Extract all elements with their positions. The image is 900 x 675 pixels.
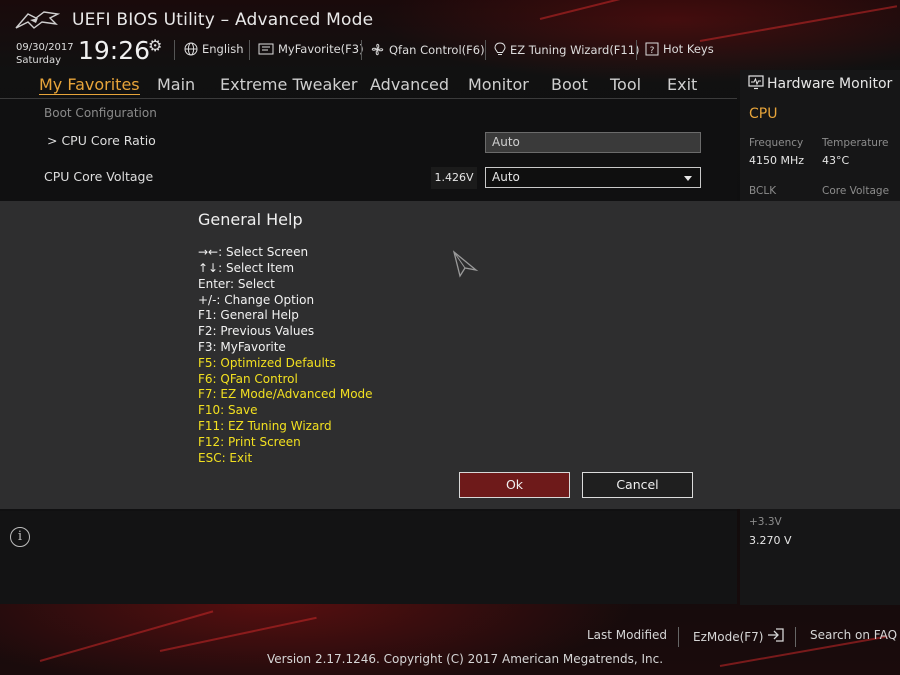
tab-exit[interactable]: Exit <box>667 75 697 94</box>
general-help-dialog <box>0 201 900 509</box>
day-display: Saturday <box>16 55 62 66</box>
hw-cpu-section: CPU <box>749 106 778 122</box>
info-panel <box>0 511 737 604</box>
time-display[interactable]: 19:26 <box>78 36 150 65</box>
date-display: 09/30/2017 <box>16 42 74 53</box>
qfan-label: Qfan Control(F6) <box>389 42 485 57</box>
cpu-core-ratio-value[interactable]: Auto <box>485 132 701 153</box>
tab-tool[interactable]: Tool <box>610 75 641 94</box>
footer-divider <box>795 627 796 647</box>
header-divider <box>361 40 362 60</box>
chevron-down-icon <box>684 176 692 181</box>
section-label: Boot Configuration <box>44 106 157 120</box>
cpu-core-voltage-label: CPU Core Voltage <box>44 169 154 184</box>
language-label: English <box>202 42 244 56</box>
help-line: F6: QFan Control <box>198 372 298 386</box>
mouse-cursor-icon <box>452 250 480 282</box>
ezmode-button[interactable]: EzMode(F7) <box>693 628 785 645</box>
help-line: F11: EZ Tuning Wizard <box>198 419 332 433</box>
help-line: Enter: Select <box>198 277 275 291</box>
cancel-button[interactable]: Cancel <box>582 472 693 498</box>
ok-button[interactable]: Ok <box>459 472 570 498</box>
tab-main[interactable]: Main <box>157 75 195 94</box>
hardware-monitor-title: Hardware Monitor <box>767 76 893 92</box>
cpu-core-voltage-select[interactable]: Auto <box>485 167 701 188</box>
hw-frequency-value: 4150 MHz <box>749 154 805 167</box>
fan-icon <box>370 42 385 57</box>
ez-tuning-button[interactable]: EZ Tuning Wizard(F11) <box>494 42 640 57</box>
qfan-control-button[interactable]: Qfan Control(F6) <box>370 42 485 57</box>
help-line: F1: General Help <box>198 308 299 322</box>
rog-logo-icon <box>14 8 61 32</box>
header-divider <box>249 40 250 60</box>
globe-icon <box>184 42 198 56</box>
header-divider <box>636 40 637 60</box>
hotkeys-label: Hot Keys <box>663 42 714 56</box>
myfavorite-label: MyFavorite(F3) <box>278 42 364 56</box>
help-line: ↑↓: Select Item <box>198 261 295 275</box>
header-divider <box>485 40 486 60</box>
hotkeys-icon: ? <box>645 42 659 56</box>
ezmode-label: EzMode(F7) <box>693 629 764 644</box>
header-divider <box>174 40 175 60</box>
bulb-icon <box>494 42 506 57</box>
hotkeys-button[interactable]: ? Hot Keys <box>645 42 714 56</box>
cpu-core-ratio-label[interactable]: > CPU Core Ratio <box>47 133 156 148</box>
tab-advanced[interactable]: Advanced <box>370 75 449 94</box>
search-faq-button[interactable]: Search on FAQ <box>810 628 897 642</box>
dialog-title: General Help <box>198 210 303 229</box>
last-modified-button[interactable]: Last Modified <box>587 628 667 642</box>
hw-33v-label: +3.3V <box>749 516 782 528</box>
app-title: UEFI BIOS Utility – Advanced Mode <box>72 10 374 30</box>
monitor-icon <box>748 75 764 94</box>
cpu-voltage-reading: 1.426V <box>431 167 477 189</box>
hw-temperature-label: Temperature <box>822 137 889 149</box>
help-line: F7: EZ Mode/Advanced Mode <box>198 387 373 401</box>
svg-text:?: ? <box>650 46 655 56</box>
myfavorite-icon <box>258 43 274 56</box>
help-line: F2: Previous Values <box>198 324 315 338</box>
help-line: F10: Save <box>198 403 258 417</box>
hw-bclk-label: BCLK <box>749 185 777 197</box>
gear-icon[interactable]: ⚙ <box>148 36 162 55</box>
info-icon: i <box>10 527 30 547</box>
help-line: F3: MyFavorite <box>198 340 286 354</box>
help-line: →←: Select Screen <box>198 245 309 259</box>
tab-monitor[interactable]: Monitor <box>468 75 529 94</box>
myfavorite-button[interactable]: MyFavorite(F3) <box>258 42 364 56</box>
help-line: ESC: Exit <box>198 451 253 465</box>
hw-33v-value: 3.270 V <box>749 534 792 547</box>
hw-temperature-value: 43°C <box>822 154 850 167</box>
exit-arrow-icon <box>767 628 785 645</box>
tab-extreme-tweaker[interactable]: Extreme Tweaker <box>220 75 357 94</box>
help-line: +/-: Change Option <box>198 293 315 307</box>
help-line: F12: Print Screen <box>198 435 301 449</box>
footer-divider <box>678 627 679 647</box>
hw-core-voltage-label: Core Voltage <box>822 185 890 197</box>
cpu-core-voltage-value: Auto <box>492 170 520 184</box>
language-button[interactable]: English <box>184 42 244 56</box>
help-line: F5: Optimized Defaults <box>198 356 336 370</box>
tab-my-favorites[interactable]: My Favorites <box>39 75 140 95</box>
version-text: Version 2.17.1246. Copyright (C) 2017 Am… <box>267 652 664 666</box>
hw-frequency-label: Frequency <box>749 137 804 149</box>
tab-boot[interactable]: Boot <box>551 75 588 94</box>
ez-tuning-label: EZ Tuning Wizard(F11) <box>510 42 640 57</box>
